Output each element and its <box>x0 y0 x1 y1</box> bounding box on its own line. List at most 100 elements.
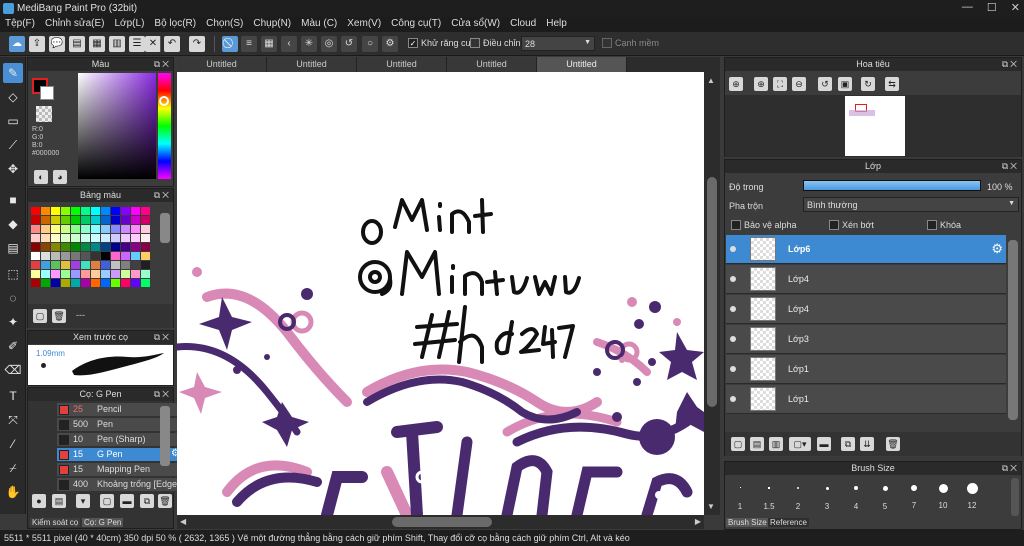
navigator-thumbnail[interactable] <box>845 96 905 156</box>
close-doc-icon[interactable]: ✕ <box>145 36 161 52</box>
upload-icon[interactable]: ⇪ <box>29 36 45 52</box>
snap-settings-icon[interactable]: ⚙ <box>382 36 398 52</box>
doc-icon[interactable]: ▦ <box>89 36 105 52</box>
snap-off-icon[interactable]: ⃠ <box>222 36 238 52</box>
tab-document[interactable]: Untitled <box>177 57 267 72</box>
hue-slider[interactable] <box>158 73 171 179</box>
select-eraser-tool-icon[interactable]: ⌫ <box>3 360 23 380</box>
drawing-canvas[interactable] <box>177 72 704 515</box>
chat-icon[interactable]: 💬 <box>49 36 65 52</box>
new-halftone-layer-icon[interactable]: ▤ <box>750 437 764 451</box>
brush-size-scrollbar[interactable] <box>1011 478 1019 516</box>
visibility-icon[interactable] <box>730 306 736 312</box>
move-tool-icon[interactable]: ✥ <box>3 159 23 179</box>
zoom-in-2-icon[interactable]: ⊕ <box>754 77 768 91</box>
new-doc-icon[interactable]: ▤ <box>69 36 85 52</box>
adjust-checkbox[interactable] <box>470 38 480 48</box>
menu-file[interactable]: Tệp(F) <box>0 17 40 32</box>
snap-radial-icon[interactable]: ‹ <box>281 36 297 52</box>
dropper-tool-icon[interactable]: ⌿ <box>3 458 23 478</box>
list-icon[interactable]: ☰ <box>129 36 145 52</box>
brush-list-scrollbar[interactable] <box>160 406 170 466</box>
eraser-tool-icon[interactable]: ◇ <box>3 87 23 107</box>
hue-handle[interactable] <box>159 96 169 106</box>
panel-buttons[interactable]: ⧉✕ <box>154 58 171 71</box>
secondary-color-swatch[interactable] <box>40 86 54 100</box>
transparent-swatch[interactable] <box>36 106 52 122</box>
line-tool-icon[interactable]: ⟋ <box>3 135 23 155</box>
brush-size-option[interactable]: 12 <box>958 475 986 517</box>
palette-scrollbar[interactable] <box>160 213 170 243</box>
adjust-select[interactable]: 28 ▼ <box>521 36 595 51</box>
layer-row[interactable]: Lớp4 <box>726 295 1006 324</box>
rotate-right-icon[interactable]: ↻ <box>861 77 875 91</box>
layer-row[interactable]: Lớp1 <box>726 385 1006 414</box>
brush-duplicate-icon[interactable]: ⧉ <box>140 494 154 508</box>
tab-document[interactable]: Untitled <box>357 57 447 72</box>
blend-mode-select[interactable]: Bình thường ▼ <box>803 197 1019 212</box>
protect-alpha-checkbox[interactable] <box>731 220 741 230</box>
new-layer-icon[interactable]: ▢ <box>731 437 745 451</box>
brush-size-option[interactable]: 3 <box>813 475 841 517</box>
grid-doc-icon[interactable]: ▥ <box>109 36 125 52</box>
redo-icon[interactable]: ↷ <box>189 36 205 52</box>
snap-parallel-icon[interactable]: ≡ <box>241 36 257 52</box>
brush-size-option[interactable]: 5 <box>871 475 899 517</box>
tab-brush-list[interactable]: Cọ: G Pen <box>82 518 124 527</box>
tab-document-active[interactable]: Untitled <box>537 57 627 72</box>
canvas-horizontal-scrollbar[interactable]: ◀ ▶ <box>177 515 704 529</box>
snap-ellipse-icon[interactable]: ○ <box>362 36 378 52</box>
tab-document[interactable]: Untitled <box>267 57 357 72</box>
menu-filter[interactable]: Bộ lọc(R) <box>149 17 201 32</box>
brush-size-option[interactable]: 2 <box>784 475 812 517</box>
maximize-icon[interactable]: ☐ <box>987 1 997 14</box>
snap-burst-icon[interactable]: ✳ <box>301 36 317 52</box>
magic-wand-tool-icon[interactable]: ✦ <box>3 312 23 332</box>
lasso-tool-icon[interactable]: ◌ <box>3 288 23 308</box>
flip-icon[interactable]: ⇆ <box>885 77 899 91</box>
visibility-icon[interactable] <box>730 336 736 342</box>
brush-tool-icon[interactable]: ✎ <box>3 63 23 83</box>
text-tool-icon[interactable]: T <box>3 386 23 406</box>
brush-delete-icon[interactable]: 🗑 <box>158 494 172 508</box>
canvas-vertical-scrollbar[interactable]: ▲ ▼ <box>704 72 720 515</box>
lock-checkbox[interactable] <box>927 220 937 230</box>
brush-folder-icon[interactable]: ▬ <box>120 494 134 508</box>
color-mode-icon[interactable]: ◕ <box>53 170 67 184</box>
zoom-out-icon[interactable]: ⊖ <box>792 77 806 91</box>
brush-size-option[interactable]: 1.5 <box>755 475 783 517</box>
folder-icon[interactable]: ▬ <box>817 437 831 451</box>
snap-grid-icon[interactable]: ▦ <box>261 36 277 52</box>
scroll-up-icon[interactable]: ▲ <box>707 76 715 85</box>
brush-size-option[interactable]: 10 <box>929 475 957 517</box>
layer-list-scrollbar[interactable] <box>1008 240 1018 420</box>
tab-brush-size[interactable]: Brush Size <box>726 518 769 527</box>
cloud-icon[interactable]: ☁ <box>9 36 25 52</box>
delete-palette-icon[interactable]: 🗑 <box>52 309 66 323</box>
clipping-checkbox[interactable] <box>829 220 839 230</box>
add-brush-icon[interactable]: ● <box>32 494 46 508</box>
snap-circle-icon[interactable]: ◎ <box>321 36 337 52</box>
minimize-icon[interactable]: — <box>962 1 973 14</box>
horizontal-scroll-thumb[interactable] <box>392 517 492 527</box>
brush-size-option[interactable]: 4 <box>842 475 870 517</box>
new-palette-icon[interactable]: ▢ <box>33 309 47 323</box>
duplicate-layer-icon[interactable]: ⧉ <box>841 437 855 451</box>
color-wheel-icon[interactable]: ◐ <box>34 170 48 184</box>
select-pen-tool-icon[interactable]: ✐ <box>3 336 23 356</box>
gradient-tool-icon[interactable]: ▤ <box>3 238 23 258</box>
menu-select[interactable]: Chọn(S) <box>201 17 248 32</box>
close-icon[interactable]: ✕ <box>1011 1 1020 14</box>
tab-brush-control[interactable]: Kiểm soát cọ <box>30 518 81 527</box>
brush-size-option[interactable]: 7 <box>900 475 928 517</box>
fit-window-icon[interactable]: ▣ <box>838 77 852 91</box>
tab-reference[interactable]: Reference <box>768 518 809 527</box>
fit-icon[interactable]: ⛶ <box>773 77 787 91</box>
snap-curve-icon[interactable]: ↺ <box>341 36 357 52</box>
antialias-checkbox[interactable]: ✓ <box>408 38 418 48</box>
zoom-in-icon[interactable]: ⊕ <box>729 77 743 91</box>
visibility-icon[interactable] <box>730 366 736 372</box>
scroll-left-icon[interactable]: ◀ <box>180 517 186 526</box>
saturation-value-picker[interactable] <box>78 73 156 179</box>
layer-row-selected[interactable]: Lớp6 ⚙ <box>726 235 1006 264</box>
